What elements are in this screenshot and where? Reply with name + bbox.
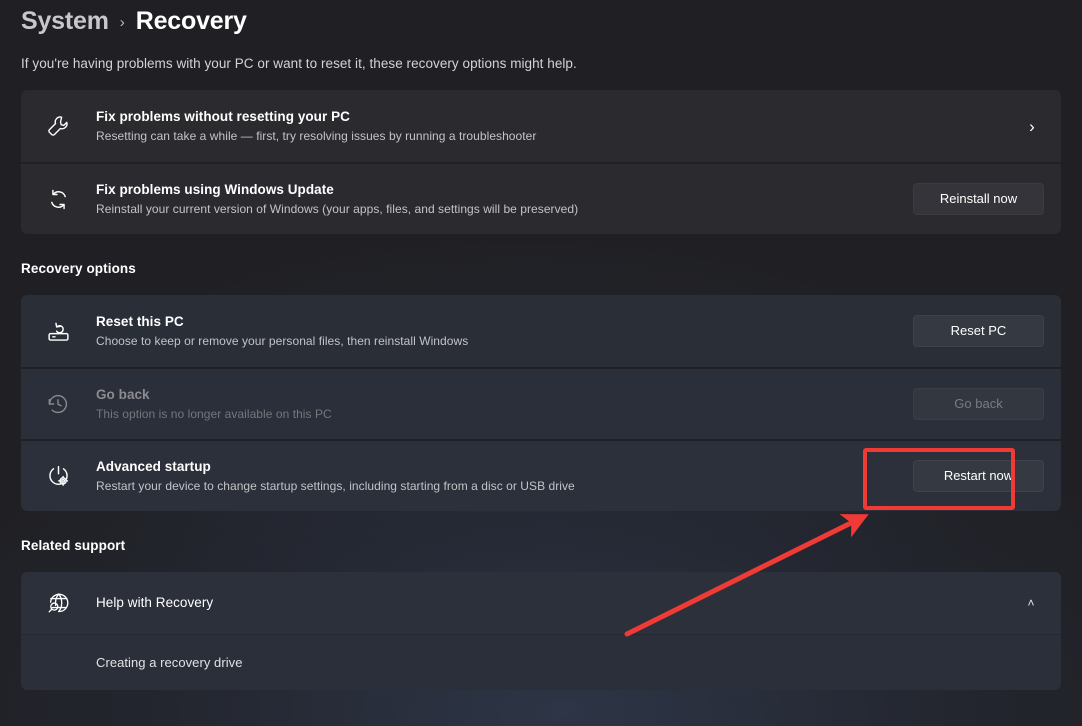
recovery-settings-page: System › Recovery If you're having probl… <box>0 0 1082 726</box>
row-title: Fix problems using Windows Update <box>96 181 334 197</box>
row-advanced-startup[interactable]: Advanced startup Restart your device to … <box>21 439 1061 511</box>
wrench-icon <box>38 114 78 138</box>
row-title: Help with Recovery <box>96 595 214 610</box>
row-help-with-recovery[interactable]: Help with Recovery ˄ <box>21 572 1061 634</box>
creating-recovery-drive-link[interactable]: Creating a recovery drive <box>96 655 242 670</box>
recovery-options-card-group: Reset this PC Choose to keep or remove y… <box>21 295 1061 511</box>
globe-search-icon <box>38 591 78 615</box>
row-action: Go back <box>913 388 1044 420</box>
row-text-block: Fix problems using Windows Update Reinst… <box>96 181 897 218</box>
row-subtitle: Restart your device to change startup se… <box>96 478 575 493</box>
chevron-right-icon[interactable]: › <box>1020 118 1044 135</box>
row-action: ˄ <box>1018 596 1044 610</box>
row-action: › <box>1020 118 1044 135</box>
related-support-card-group: Help with Recovery ˄ Creating a recovery… <box>21 572 1061 690</box>
row-fix-without-resetting[interactable]: Fix problems without resetting your PC R… <box>21 90 1061 162</box>
row-text-block: Reset this PC Choose to keep or remove y… <box>96 313 897 350</box>
row-subtitle: Resetting can take a while — first, try … <box>96 128 537 143</box>
row-title: Fix problems without resetting your PC <box>96 108 350 124</box>
row-subtitle: Reinstall your current version of Window… <box>96 201 579 216</box>
reinstall-now-button[interactable]: Reinstall now <box>913 183 1044 215</box>
row-text-block: Help with Recovery <box>96 594 1002 612</box>
row-action: Reinstall now <box>913 183 1044 215</box>
row-creating-a-recovery-drive[interactable]: Creating a recovery drive <box>21 634 1061 690</box>
row-subtitle: This option is no longer available on th… <box>96 406 332 421</box>
row-text-block: Fix problems without resetting your PC R… <box>96 108 1004 145</box>
row-reset-this-pc[interactable]: Reset this PC Choose to keep or remove y… <box>21 295 1061 367</box>
row-title: Reset this PC <box>96 313 184 329</box>
row-action: Restart now <box>913 460 1044 492</box>
row-title: Advanced startup <box>96 458 211 474</box>
related-support-heading: Related support <box>21 538 126 553</box>
breadcrumb-system-link[interactable]: System <box>21 7 109 36</box>
refresh-icon <box>38 188 78 211</box>
recovery-options-heading: Recovery options <box>21 261 136 276</box>
row-subtitle: Choose to keep or remove your personal f… <box>96 333 469 348</box>
page-title: Recovery <box>135 7 247 35</box>
fix-problems-card-group: Fix problems without resetting your PC R… <box>21 90 1061 234</box>
row-go-back: Go back This option is no longer availab… <box>21 367 1061 439</box>
chevron-up-icon[interactable]: ˄ <box>1018 596 1044 610</box>
restart-now-button[interactable]: Restart now <box>913 460 1044 492</box>
page-description: If you're having problems with your PC o… <box>21 56 577 71</box>
row-text-block: Go back This option is no longer availab… <box>96 386 897 423</box>
breadcrumb: System › Recovery <box>21 0 1061 40</box>
reset-pc-icon <box>38 319 78 344</box>
row-text-block: Advanced startup Restart your device to … <box>96 458 897 495</box>
row-title: Go back <box>96 386 150 402</box>
reset-pc-button[interactable]: Reset PC <box>913 315 1044 347</box>
go-back-clock-icon <box>38 392 78 416</box>
row-action: Reset PC <box>913 315 1044 347</box>
row-fix-using-windows-update[interactable]: Fix problems using Windows Update Reinst… <box>21 162 1061 234</box>
breadcrumb-separator-icon: › <box>119 14 125 31</box>
advanced-startup-power-icon <box>38 464 78 489</box>
go-back-button: Go back <box>913 388 1044 420</box>
